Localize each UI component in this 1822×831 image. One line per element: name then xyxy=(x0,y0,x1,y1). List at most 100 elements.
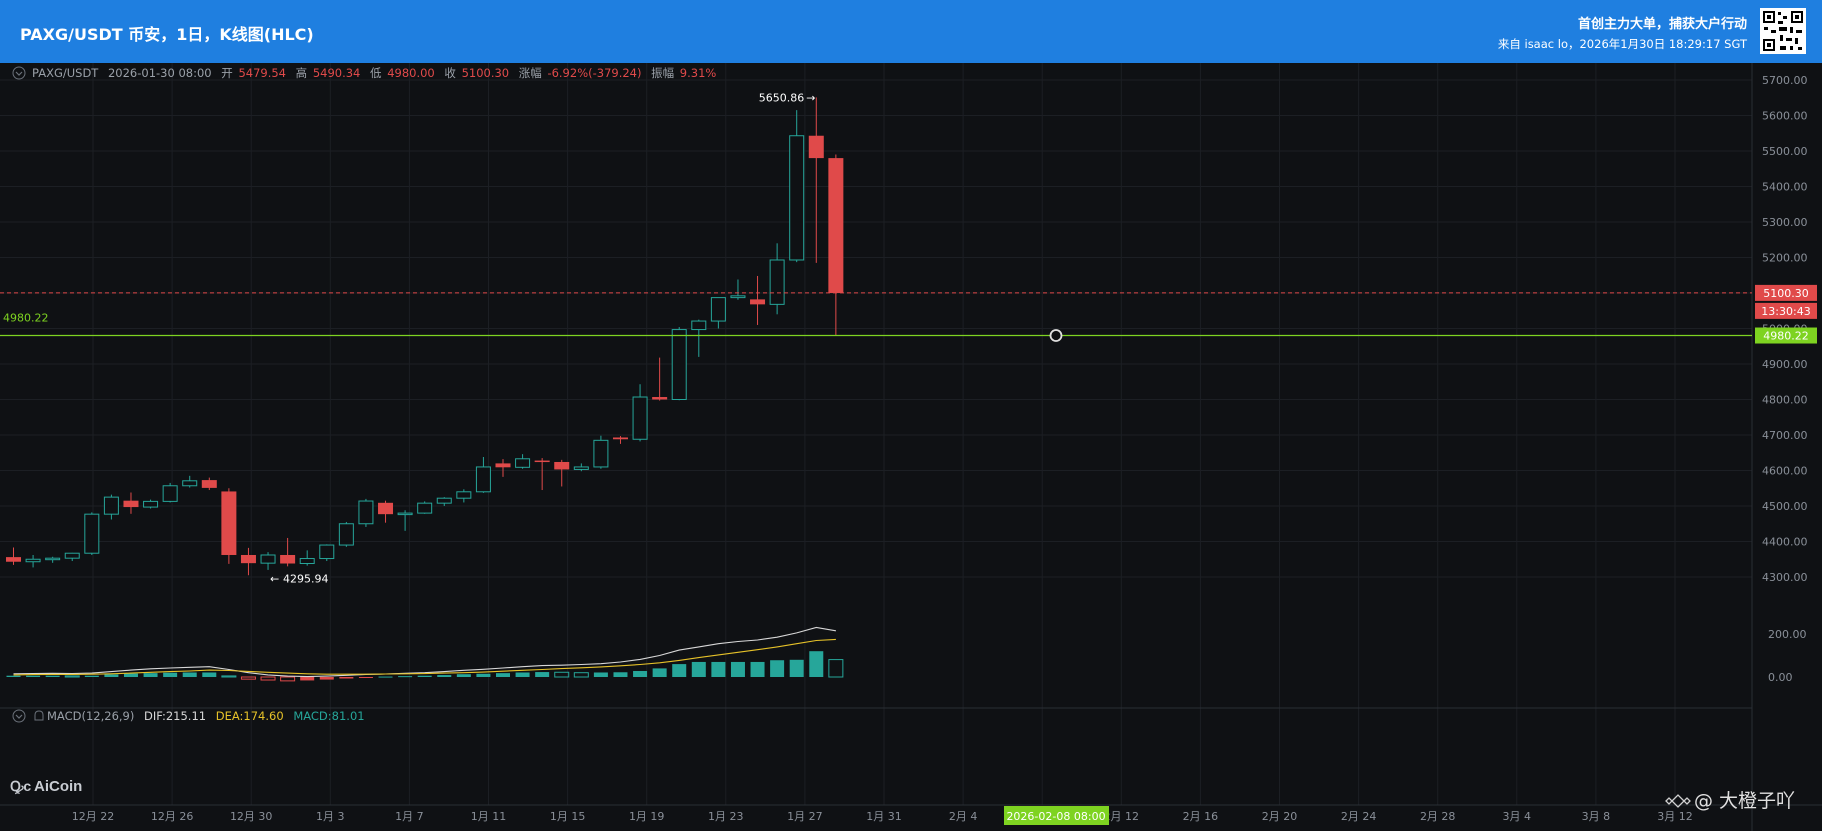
candle xyxy=(593,435,609,469)
candle-body xyxy=(671,329,687,400)
candle-body xyxy=(769,259,785,305)
candle-body xyxy=(182,480,198,487)
macd-hist-bar xyxy=(26,675,41,677)
candle-body xyxy=(808,135,824,159)
candle-body xyxy=(25,558,41,563)
candle-body xyxy=(103,496,119,515)
time-tick-label: 2月 24 xyxy=(1341,810,1377,823)
candle-body xyxy=(221,491,237,555)
candle-body xyxy=(240,554,256,564)
time-tick-label: 1月 19 xyxy=(629,810,665,823)
macd-hist-bar xyxy=(358,677,373,678)
macd-hist-bar xyxy=(417,675,432,677)
macd-hist-bar xyxy=(770,660,785,677)
candle xyxy=(221,488,237,564)
time-tick-label: 1月 3 xyxy=(316,810,345,823)
candle xyxy=(417,501,433,514)
candle-body xyxy=(612,437,628,440)
price-tick-label: 4600.00 xyxy=(1762,465,1808,478)
macd-hist-bar xyxy=(300,677,315,681)
candle-body xyxy=(299,558,315,565)
candle xyxy=(338,521,354,547)
info-change-label: 涨幅 xyxy=(519,66,542,80)
time-tick-label: 1月 23 xyxy=(708,810,744,823)
price-tick-label: 5300.00 xyxy=(1762,216,1808,229)
candle-body xyxy=(260,554,276,564)
candle-body xyxy=(338,523,354,546)
svg-text:PAXG/USDT 2026-01-30 08:: PAXG/USDT 2026-01-30 08:00 开 5479.54 高 5… xyxy=(32,66,716,80)
info-amp-label: 振幅 xyxy=(651,66,674,80)
candle-body xyxy=(84,513,100,554)
macd-hist-bar xyxy=(672,664,687,677)
macd-value: MACD:81.01 xyxy=(293,709,364,723)
source-text: 来自 isaac lo，2026年1月30日 18:29:17 SGT xyxy=(1497,37,1747,51)
info-high: 5490.34 xyxy=(313,66,361,80)
price-tick-label: 5600.00 xyxy=(1762,110,1808,123)
svg-text:MACD(12,26,9) DIF:215.11: MACD(12,26,9) DIF:215.11 DEA:174.60 MACD… xyxy=(47,709,365,723)
info-low: 4980.00 xyxy=(387,66,435,80)
macd-hist-bar xyxy=(691,661,706,677)
candle xyxy=(319,544,335,562)
candle-body xyxy=(750,299,766,305)
slogan-text: 首创主力大单，捕获大户行动 xyxy=(1577,17,1747,32)
macd-hist-bar xyxy=(437,675,452,677)
macd-hist-bar xyxy=(593,672,608,677)
aicoin-logo: Ꝙc AiCoin xyxy=(10,778,82,795)
price-tick-label: 5400.00 xyxy=(1762,181,1808,194)
macd-hist-bar xyxy=(339,677,354,679)
macd-hist-bar xyxy=(789,659,804,677)
info-close: 5100.30 xyxy=(462,66,510,80)
candle xyxy=(671,327,687,401)
macd-hist-bar xyxy=(535,672,550,677)
candle xyxy=(84,512,100,555)
macd-hist-bar xyxy=(809,651,824,677)
time-tick-label: 1月 11 xyxy=(471,810,507,823)
price-tick-label: 4700.00 xyxy=(1762,429,1808,442)
price-tick-label: 5500.00 xyxy=(1762,145,1808,158)
crosshair-date-value: 2026-02-08 08:00 xyxy=(1006,810,1105,823)
candle-body xyxy=(828,158,844,293)
macd-hist-bar xyxy=(750,661,765,677)
candle-body xyxy=(710,297,726,322)
candle xyxy=(358,498,374,527)
info-datetime: 2026-01-30 08:00 xyxy=(108,66,212,80)
info-close-label: 收 xyxy=(444,66,456,80)
macd-hist-bar xyxy=(711,661,726,677)
info-change: -6.92%(-379.24) xyxy=(547,66,641,80)
macd-dea: DEA:174.60 xyxy=(216,709,284,723)
candle-body xyxy=(730,295,746,299)
chart-area[interactable]: PAXG/USDT 2026-01-30 08:00 开 5479.54 高 5… xyxy=(0,63,1822,831)
macd-hist-bar xyxy=(319,677,334,680)
candle-body xyxy=(123,500,139,508)
macd-hist-bar xyxy=(202,672,217,677)
macd-hist-bar xyxy=(163,672,178,677)
line-handle-icon[interactable] xyxy=(1049,329,1063,342)
hline-price-value: 4980.22 xyxy=(1763,330,1809,343)
info-high-label: 高 xyxy=(296,66,308,80)
macd-hist-bar xyxy=(84,675,99,677)
time-tick-label: 3月 12 xyxy=(1657,810,1693,823)
candle-body xyxy=(652,397,668,400)
macd-hist-bar xyxy=(123,673,138,677)
candle-body xyxy=(789,135,805,261)
time-tick-label: 3月 4 xyxy=(1503,810,1532,823)
candle-body xyxy=(436,497,452,504)
time-tick-label: 2月 16 xyxy=(1183,810,1219,823)
info-amp: 9.31% xyxy=(680,66,717,80)
price-tick-label: 4800.00 xyxy=(1762,394,1808,407)
high-marker: 5650.86 xyxy=(759,91,805,104)
low-marker: 4295.94 xyxy=(283,572,329,585)
time-tick-label: 2月 28 xyxy=(1420,810,1456,823)
candle-body xyxy=(397,512,413,516)
macd-hist-bar xyxy=(398,676,413,678)
price-tick-label: 4300.00 xyxy=(1762,571,1808,584)
time-tick-label: 1月 15 xyxy=(550,810,586,823)
macd-hist-bar xyxy=(613,672,628,677)
candle-body xyxy=(417,502,433,514)
macd-hist-bar xyxy=(378,676,393,678)
macd-name: MACD(12,26,9) xyxy=(47,709,134,723)
macd-legend: MACD(12,26,9) DIF:215.11 DEA:174.60 MACD… xyxy=(12,709,365,723)
candle-body xyxy=(201,480,217,488)
info-low-label: 低 xyxy=(370,66,382,80)
candle-body xyxy=(280,554,296,564)
